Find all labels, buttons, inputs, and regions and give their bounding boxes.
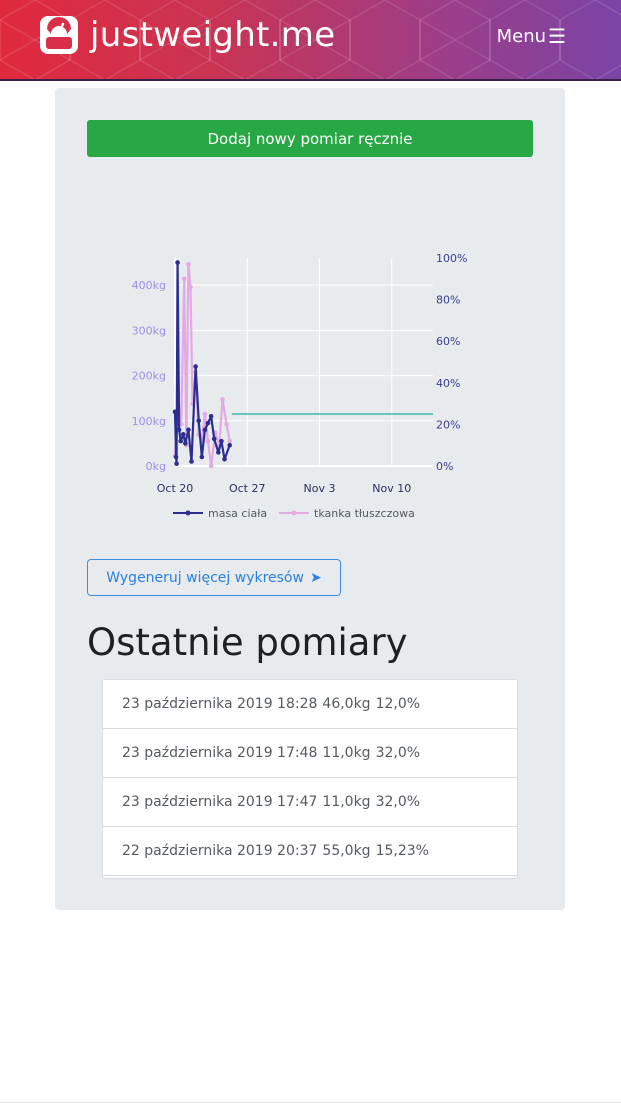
scale-icon xyxy=(40,16,78,54)
y-right-tick-label: 0% xyxy=(436,460,453,473)
measurement-chart: 0kg 100kg 200kg 300kg 400kg 0% 20% 40% 60% 80% 10… xyxy=(132,252,468,520)
generate-more-charts-button[interactable]: Wygeneruj więcej wykresów ➤ xyxy=(87,559,341,596)
y-left-tick-label: 300kg xyxy=(132,324,166,337)
y-left-tick-label: 100kg xyxy=(132,415,166,428)
data-point xyxy=(205,420,211,426)
measurement-date: 23 października 2019 17:47 xyxy=(122,794,318,810)
y-left-tick-label: 0kg xyxy=(146,460,166,473)
legend-swatch-marker xyxy=(291,510,297,516)
measurement-date: 22 października 2019 20:37 xyxy=(122,843,318,859)
list-item[interactable]: 23 października 2019 18:28 46,0kg 12,0% xyxy=(103,680,517,729)
brand-name: justweight.me xyxy=(90,15,336,55)
menu-button[interactable]: Menu ☰ xyxy=(497,24,566,48)
data-point xyxy=(208,463,214,469)
data-point xyxy=(186,427,191,433)
measurement-date: 23 października 2019 17:48 xyxy=(122,745,318,761)
data-point xyxy=(208,413,214,419)
list-item[interactable]: 23 października 2019 17:47 11,0kg 32,0% xyxy=(103,778,517,827)
data-point xyxy=(186,261,191,267)
measurement-fat: 32,0% xyxy=(375,794,421,810)
data-point xyxy=(220,397,225,402)
measurement-weight: 11,0kg xyxy=(322,745,371,761)
data-point xyxy=(202,427,208,433)
measurement-weight: 46,0kg xyxy=(322,696,371,712)
brand-link[interactable]: justweight.me xyxy=(38,11,335,59)
data-point xyxy=(216,450,221,455)
data-point xyxy=(172,409,178,415)
data-point xyxy=(211,436,217,442)
y-right-tick-label: 60% xyxy=(436,335,460,348)
measurement-weight: 55,0kg xyxy=(322,843,371,859)
page-bottom-divider xyxy=(0,1102,621,1103)
data-point xyxy=(188,284,193,290)
y-axis-right: 0% 20% 40% 60% 80% 100% xyxy=(436,252,467,473)
data-point xyxy=(222,456,227,462)
generate-more-charts-label: Wygeneruj więcej wykresów xyxy=(106,569,304,586)
data-point xyxy=(174,461,179,467)
measurement-fat: 12,0% xyxy=(375,696,421,712)
y-right-tick-label: 100% xyxy=(436,252,467,265)
y-axis-left: 0kg 100kg 200kg 300kg 400kg xyxy=(132,279,166,473)
data-point xyxy=(196,418,202,424)
main-card: Dodaj nowy pomiar ręcznie 0kg 100kg 200kg 3… xyxy=(55,88,565,910)
recent-measurements-title: Ostatnie pomiary xyxy=(87,621,408,664)
data-point xyxy=(202,411,208,417)
data-point xyxy=(205,438,211,444)
data-point xyxy=(193,364,198,369)
data-point xyxy=(183,441,188,446)
measurement-date: 23 października 2019 18:28 xyxy=(122,696,318,712)
data-point xyxy=(181,276,187,282)
data-point xyxy=(173,454,179,460)
x-tick-label: Oct 27 xyxy=(229,482,266,495)
measurement-fat: 15,23% xyxy=(375,843,429,859)
measurement-weight: 11,0kg xyxy=(322,794,371,810)
data-point xyxy=(224,422,229,427)
y-right-tick-label: 80% xyxy=(436,294,460,307)
data-point xyxy=(178,438,183,444)
x-tick-label: Nov 3 xyxy=(303,482,335,495)
y-right-tick-label: 40% xyxy=(436,377,460,390)
legend-label: masa ciała xyxy=(208,507,267,520)
chart-legend[interactable]: masa ciała tkanka tłuszczowa xyxy=(173,507,415,520)
x-tick-label: Nov 10 xyxy=(372,482,411,495)
y-right-tick-label: 20% xyxy=(436,418,460,431)
data-point xyxy=(219,438,224,444)
hamburger-icon: ☰ xyxy=(548,24,566,48)
data-point xyxy=(176,427,182,433)
top-navbar: justweight.me Menu ☰ xyxy=(0,0,621,81)
data-point xyxy=(199,454,205,460)
x-axis: Oct 20 Oct 27 Nov 3 Nov 10 xyxy=(157,482,411,495)
list-item[interactable]: 22 października 2019 20:37 55,0kg 15,23% xyxy=(103,827,517,876)
legend-label: tkanka tłuszczowa xyxy=(314,507,415,520)
chart-series xyxy=(172,260,433,469)
data-point xyxy=(180,432,186,437)
y-left-tick-label: 200kg xyxy=(132,370,166,383)
x-tick-label: Oct 20 xyxy=(157,482,194,495)
y-left-tick-label: 400kg xyxy=(132,279,166,292)
measurements-list: 23 października 2019 18:28 46,0kg 12,0% … xyxy=(102,679,518,879)
data-point xyxy=(227,442,232,448)
menu-label: Menu xyxy=(496,25,547,47)
data-point xyxy=(189,459,194,464)
data-point xyxy=(175,260,180,265)
arrow-right-icon: ➤ xyxy=(309,569,322,586)
list-item[interactable]: 23 października 2019 17:48 11,0kg 32,0% xyxy=(103,729,517,778)
legend-swatch-marker xyxy=(185,510,191,516)
measurement-fat: 32,0% xyxy=(375,745,421,761)
data-point xyxy=(227,438,232,444)
